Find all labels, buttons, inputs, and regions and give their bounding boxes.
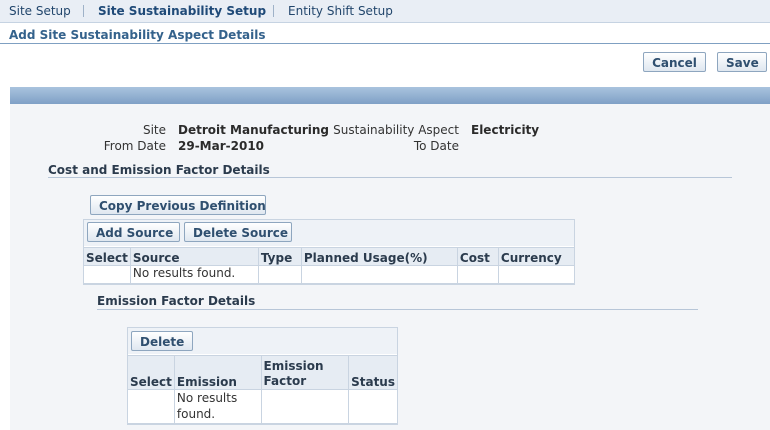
column-header-status: Status (348, 355, 398, 390)
save-button[interactable]: Save (717, 52, 767, 72)
table-cell (257, 265, 302, 284)
sources-table: Select Source Type Planned Usage(%) Cost… (83, 247, 576, 284)
from-date-value: 29-Mar-2010 (178, 139, 265, 153)
site-value: Detroit Manufacturing (178, 123, 330, 137)
table-cell (300, 265, 458, 284)
delete-emission-button[interactable]: Delete (131, 331, 193, 351)
page-title: Add Site Sustainability Aspect Details (9, 28, 266, 42)
empty-results-text: No results found. (129, 265, 259, 284)
sustainability-aspect-value: Electricity (471, 123, 540, 137)
table-cell (497, 265, 576, 284)
tab-site-setup[interactable]: Site Setup (9, 4, 71, 18)
header-bar (10, 87, 770, 104)
section-divider (48, 177, 732, 178)
column-header-source: Source (129, 247, 259, 266)
empty-results-text: No results found. (173, 389, 262, 424)
add-source-button[interactable]: Add Source (87, 222, 180, 242)
tab-bar: Site Setup Site Sustainability Setup Ent… (0, 0, 770, 23)
from-date-label: From Date (103, 139, 166, 153)
column-header-emission: Emission (173, 355, 262, 390)
copy-previous-definition-button[interactable]: Copy Previous Definition (90, 195, 266, 215)
column-header-select: Select (127, 355, 175, 390)
table-cell (348, 389, 398, 424)
emission-factor-section-title: Emission Factor Details (97, 294, 256, 308)
tab-separator (83, 5, 84, 17)
column-header-select: Select (83, 247, 131, 266)
column-header-currency: Currency (497, 247, 576, 266)
column-header-emission-factor: Emission Factor (260, 355, 350, 390)
column-header-type: Type (257, 247, 302, 266)
cancel-button[interactable]: Cancel (643, 52, 706, 72)
title-divider (0, 43, 770, 44)
cost-emission-section-title: Cost and Emission Factor Details (48, 163, 270, 177)
table-cell (260, 389, 350, 424)
table-cell (127, 389, 175, 424)
sustainability-aspect-label: Sustainability Aspect (333, 123, 459, 137)
section-divider (97, 309, 698, 310)
tab-separator (273, 5, 274, 17)
emissions-table: Select Emission Emission Factor Status N… (127, 355, 398, 424)
table-cell (83, 265, 131, 284)
to-date-label: To Date (413, 139, 459, 153)
column-header-cost: Cost (456, 247, 499, 266)
column-header-planned-usage: Planned Usage(%) (300, 247, 458, 266)
site-label: Site (142, 123, 166, 137)
tab-entity-shift-setup[interactable]: Entity Shift Setup (288, 4, 393, 18)
table-cell (456, 265, 499, 284)
tab-site-sustainability-setup[interactable]: Site Sustainability Setup (98, 4, 266, 18)
delete-source-button[interactable]: Delete Source (184, 222, 292, 242)
